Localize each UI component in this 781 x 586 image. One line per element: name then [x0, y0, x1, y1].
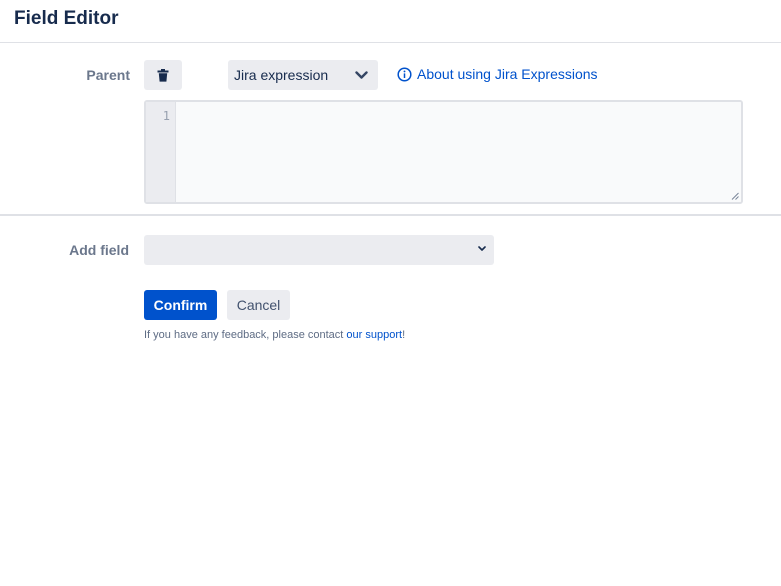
add-field-select[interactable] [144, 235, 494, 265]
page-header: Field Editor [0, 0, 781, 43]
feedback-suffix: ! [402, 329, 406, 341]
support-link[interactable]: our support [346, 329, 402, 341]
page-title: Field Editor [14, 8, 119, 29]
feedback-text: If you have any feedback, please contact [144, 329, 347, 341]
cancel-button[interactable]: Cancel [227, 290, 290, 320]
info-circle-icon [397, 66, 412, 82]
expression-type-value: Jira expression [234, 67, 329, 83]
line-number-gutter: 1 [146, 102, 176, 202]
delete-button[interactable] [144, 60, 182, 90]
confirm-button[interactable]: Confirm [144, 290, 217, 320]
jira-expressions-help-link[interactable]: About using Jira Expressions [397, 66, 598, 82]
trash-icon [157, 68, 169, 82]
help-link-label: About using Jira Expressions [417, 66, 598, 82]
section-divider [0, 214, 781, 216]
chevron-down-icon [478, 246, 486, 251]
feedback-note: If you have any feedback, please contact… [144, 329, 405, 341]
add-field-label: Add field [69, 242, 129, 258]
expression-editor[interactable]: 1 [144, 100, 743, 204]
expression-type-select[interactable]: Jira expression [228, 60, 378, 90]
resize-handle-icon[interactable] [731, 192, 739, 200]
code-input-area[interactable] [177, 102, 741, 202]
chevron-down-icon [355, 70, 368, 79]
line-number: 1 [162, 109, 170, 123]
parent-label: Parent [86, 67, 130, 83]
